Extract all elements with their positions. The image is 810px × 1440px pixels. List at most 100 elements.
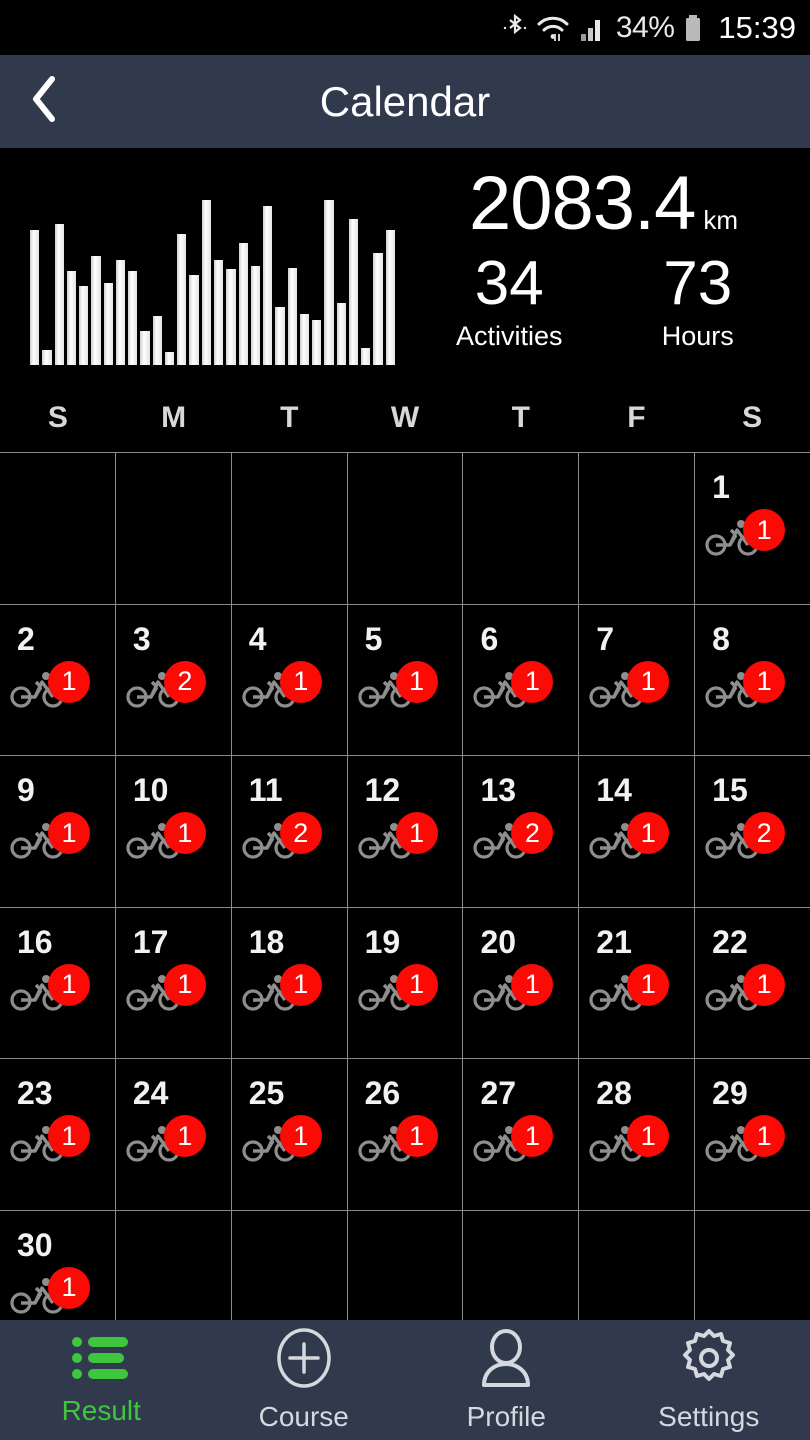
chart-bar xyxy=(177,233,187,365)
gear-icon xyxy=(678,1327,740,1394)
calendar-grid: 1 1 2 1 3 2 4 1 5 1 6 1 7 1 8 1 9 1 10 1 11 2 12 1 13 2 14 1 15 2 16 1 1… xyxy=(0,453,810,1321)
chart-bar xyxy=(42,350,52,365)
day-number: 25 xyxy=(248,1075,285,1112)
calendar-day-cell-19[interactable]: 19 1 xyxy=(348,907,464,1059)
day-number: 14 xyxy=(596,772,632,809)
calendar-day-cell-17[interactable]: 17 1 xyxy=(116,907,232,1059)
calendar-day-cell-2[interactable]: 21 xyxy=(0,604,116,756)
calendar-empty-cell xyxy=(348,453,464,604)
calendar-empty-cell xyxy=(579,1210,696,1320)
total-distance: 2083.4 km xyxy=(415,160,792,247)
chart-bar xyxy=(373,252,383,365)
chart-bar xyxy=(189,275,199,365)
chart-bar xyxy=(103,282,113,365)
chart-bar xyxy=(312,320,322,365)
chart-bar xyxy=(30,230,40,365)
chart-bar xyxy=(152,316,162,365)
activity-count-badge: 1 xyxy=(48,1266,90,1309)
chart-bar xyxy=(324,200,334,365)
calendar-day-cell-21[interactable]: 21 1 xyxy=(579,907,696,1059)
battery-icon xyxy=(683,12,703,44)
calendar-day-cell-13[interactable]: 13 2 xyxy=(463,756,580,907)
calendar-day-cell-26[interactable]: 26 1 xyxy=(348,1059,464,1210)
calendar-day-cell-15[interactable]: 15 2 xyxy=(695,756,810,907)
calendar-day-cell-3[interactable]: 32 xyxy=(116,604,232,756)
chart-bar xyxy=(79,286,89,365)
calendar-day-cell-9[interactable]: 91 xyxy=(0,756,116,907)
weekday-label-3: W xyxy=(390,400,420,434)
calendar-week-row: 30 1 xyxy=(0,1210,810,1321)
calendar-empty-cell xyxy=(348,1210,464,1320)
calendar-day-cell-24[interactable]: 24 1 xyxy=(116,1059,232,1210)
activity-count-badge: 1 xyxy=(395,812,438,855)
nav-item-course[interactable]: Course xyxy=(203,1327,406,1433)
nav-item-settings[interactable]: Settings xyxy=(608,1327,810,1433)
calendar-day-cell-18[interactable]: 18 1 xyxy=(232,907,348,1059)
chart-bar xyxy=(226,269,236,365)
calendar-day-cell-22[interactable]: 22 1 xyxy=(695,908,810,1059)
chart-bar xyxy=(287,267,297,365)
calendar-day-cell-23[interactable]: 23 1 xyxy=(0,1059,116,1210)
activity-count-badge: 1 xyxy=(279,963,322,1006)
calendar-day-cell-29[interactable]: 29 1 xyxy=(695,1059,810,1210)
person-icon xyxy=(475,1327,537,1394)
day-number: 18 xyxy=(248,923,285,960)
calendar-empty-cell xyxy=(579,453,696,604)
calendar-day-cell-28[interactable]: 28 1 xyxy=(579,1059,696,1210)
calendar-day-cell-5[interactable]: 51 xyxy=(348,604,464,756)
activity-count-badge: 1 xyxy=(627,812,670,855)
activity-count-badge: 1 xyxy=(163,1115,206,1158)
day-number: 30 xyxy=(17,1226,53,1263)
chart-bar xyxy=(128,271,138,365)
calendar-day-cell-14[interactable]: 14 1 xyxy=(579,756,696,907)
calendar-day-cell-6[interactable]: 61 xyxy=(463,604,580,756)
page-title: Calendar xyxy=(319,77,491,125)
calendar-day-cell-10[interactable]: 10 1 xyxy=(116,756,232,907)
activity-count-badge: 1 xyxy=(511,1115,554,1158)
chart-bar xyxy=(348,218,359,365)
day-number: 10 xyxy=(132,772,169,809)
day-number: 8 xyxy=(712,620,730,657)
calendar-day-cell-16[interactable]: 16 1 xyxy=(0,907,116,1059)
activity-count-badge: 2 xyxy=(163,660,206,703)
day-number: 1 xyxy=(712,469,730,505)
nav-item-result[interactable]: Result xyxy=(0,1333,203,1427)
calendar-week-row: 9 1 10 1 11 2 12 1 13 2 14 1 15 2 xyxy=(0,756,810,908)
calendar-day-cell-27[interactable]: 27 1 xyxy=(463,1059,580,1210)
nav-item-profile[interactable]: Profile xyxy=(405,1327,608,1433)
back-button[interactable] xyxy=(0,55,90,148)
calendar-day-cell-4[interactable]: 41 xyxy=(232,604,348,756)
day-number: 17 xyxy=(132,923,169,960)
chart-bar xyxy=(275,306,285,365)
activity-bar-chart xyxy=(0,156,415,383)
activity-count-badge: 1 xyxy=(48,963,90,1006)
calendar-day-cell-20[interactable]: 20 1 xyxy=(463,907,580,1059)
bluetooth-icon xyxy=(503,12,527,44)
chart-bar xyxy=(115,260,126,365)
activity-count-badge: 2 xyxy=(743,812,786,855)
activity-count-badge: 1 xyxy=(395,660,438,703)
chart-bar xyxy=(299,314,310,365)
nav-label: Profile xyxy=(466,1401,546,1432)
chart-bar xyxy=(201,200,211,365)
activity-count-badge: 1 xyxy=(48,1115,90,1158)
calendar-day-cell-30[interactable]: 30 1 xyxy=(0,1210,116,1320)
calendar-day-cell-8[interactable]: 81 xyxy=(695,605,810,756)
day-number: 15 xyxy=(712,772,748,809)
distance-value: 2083.4 xyxy=(468,161,696,246)
day-number: 3 xyxy=(132,620,151,657)
calendar-empty-cell xyxy=(232,453,348,604)
activity-count-badge: 1 xyxy=(395,1115,438,1158)
activity-count-badge: 1 xyxy=(511,963,554,1006)
chart-bar xyxy=(336,303,346,365)
summary-section: 2083.4 km 34 Activities 73 Hours xyxy=(0,148,810,383)
activity-count-badge: 1 xyxy=(395,963,438,1006)
calendar-day-cell-1[interactable]: 11 xyxy=(695,453,810,604)
calendar-day-cell-11[interactable]: 11 2 xyxy=(232,756,348,907)
chart-bar xyxy=(91,256,101,365)
calendar-day-cell-7[interactable]: 71 xyxy=(579,604,696,756)
calendar-day-cell-12[interactable]: 12 1 xyxy=(348,756,464,907)
day-number: 7 xyxy=(596,620,615,657)
day-number: 11 xyxy=(248,772,283,809)
calendar-day-cell-25[interactable]: 25 1 xyxy=(232,1059,348,1210)
